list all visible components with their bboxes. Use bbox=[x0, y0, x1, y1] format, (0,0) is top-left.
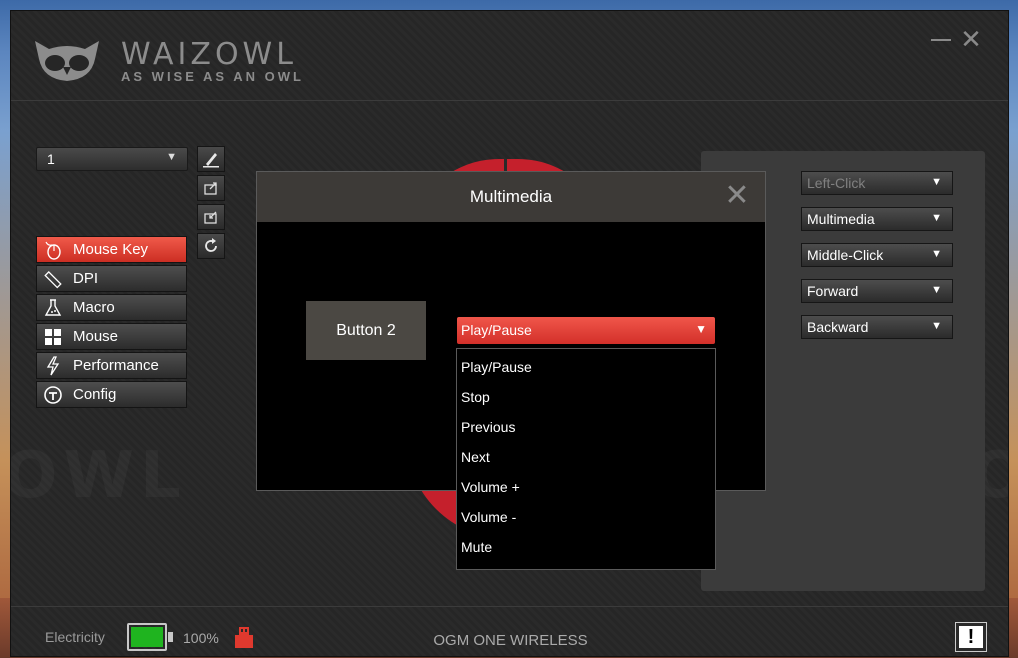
button-label: Button 2 bbox=[306, 301, 426, 360]
nav-label: Macro bbox=[73, 299, 115, 316]
device-name: OGM ONE WIRELESS bbox=[433, 632, 588, 649]
nav-label: Config bbox=[73, 386, 117, 403]
mouse-icon bbox=[43, 240, 63, 260]
assignment-value: Left-Click bbox=[807, 175, 866, 191]
chevron-down-icon: ▼ bbox=[166, 151, 177, 163]
option-play-pause[interactable]: Play/Pause bbox=[461, 359, 711, 385]
assignment-value: Backward bbox=[807, 319, 869, 335]
assignment-select-button-5[interactable]: Backward ▼ bbox=[801, 315, 953, 339]
windows-icon bbox=[43, 327, 63, 347]
nav-item-mouse-key[interactable]: Mouse Key bbox=[36, 236, 187, 263]
option-stop[interactable]: Stop bbox=[461, 389, 711, 415]
option-previous[interactable]: Previous bbox=[461, 419, 711, 445]
import-icon[interactable] bbox=[197, 175, 225, 201]
nav-label: Mouse bbox=[73, 328, 119, 345]
nav-item-dpi[interactable]: DPI bbox=[36, 265, 187, 292]
triangle-down-icon: ▼ bbox=[695, 322, 707, 336]
footer: Electricity 100% OGM ONE WIRELESS ! bbox=[11, 606, 1008, 656]
reset-icon[interactable] bbox=[197, 233, 225, 259]
brand-name: WAIZOWL bbox=[121, 37, 297, 72]
lightning-icon bbox=[43, 356, 63, 376]
dialog-title: Multimedia bbox=[469, 187, 553, 206]
brand-tagline: AS WISE AS AN OWL bbox=[121, 69, 304, 84]
assignment-select-button-2[interactable]: Multimedia ▼ bbox=[801, 207, 953, 231]
nav-label: DPI bbox=[73, 270, 99, 287]
option-mute[interactable]: Mute bbox=[461, 539, 711, 565]
assignment-select-button-3[interactable]: Middle-Click ▼ bbox=[801, 243, 953, 267]
multimedia-select-value: Play/Pause bbox=[461, 322, 532, 338]
option-next[interactable]: Next bbox=[461, 449, 711, 475]
chevron-down-icon: ▼ bbox=[931, 320, 942, 332]
dialog-header: Multimedia ✕ bbox=[257, 172, 765, 222]
option-volume-down[interactable]: Volume - bbox=[461, 509, 711, 535]
profile-select-value: 1 bbox=[47, 151, 55, 167]
ruler-icon bbox=[43, 269, 63, 289]
assignment-value: Middle-Click bbox=[807, 247, 884, 263]
pen-icon[interactable] bbox=[197, 146, 225, 172]
chevron-down-icon: ▼ bbox=[931, 212, 942, 224]
nav-item-config[interactable]: Config bbox=[36, 381, 187, 408]
nav-label: Mouse Key bbox=[73, 241, 149, 258]
flask-icon bbox=[43, 298, 63, 318]
header: WAIZOWL AS WISE AS AN OWL ✕ bbox=[11, 11, 1008, 101]
info-button[interactable]: ! bbox=[955, 622, 987, 652]
multimedia-options-list: Play/Pause Stop Previous Next Volume + V… bbox=[456, 348, 716, 570]
export-icon[interactable] bbox=[197, 204, 225, 230]
profile-select[interactable]: 1 ▼ bbox=[36, 147, 188, 171]
close-icon[interactable]: ✕ bbox=[723, 181, 751, 211]
assignment-value: Forward bbox=[807, 283, 859, 299]
chevron-down-icon: ▼ bbox=[931, 176, 942, 188]
watermark-text: OWL bbox=[11, 439, 187, 513]
assignment-select-button-1[interactable]: Left-Click ▼ bbox=[801, 171, 953, 195]
nav-item-macro[interactable]: Macro bbox=[36, 294, 187, 321]
nav-item-mouse[interactable]: Mouse bbox=[36, 323, 187, 350]
app-window: OWL O WAIZOWL AS WISE AS AN OWL ✕ 1 ▼ Mo… bbox=[10, 10, 1009, 657]
option-volume-up[interactable]: Volume + bbox=[461, 479, 711, 505]
assignment-value: Multimedia bbox=[807, 211, 875, 227]
close-icon[interactable]: ✕ bbox=[959, 26, 983, 52]
nav-item-performance[interactable]: Performance bbox=[36, 352, 187, 379]
minimize-icon[interactable] bbox=[929, 31, 953, 49]
chevron-down-icon: ▼ bbox=[931, 248, 942, 260]
multimedia-select[interactable]: Play/Pause ▼ bbox=[457, 317, 715, 344]
nav-label: Performance bbox=[73, 357, 159, 374]
chevron-down-icon: ▼ bbox=[931, 284, 942, 296]
config-icon bbox=[43, 385, 63, 405]
owl-logo-icon bbox=[35, 41, 99, 81]
assignment-select-button-4[interactable]: Forward ▼ bbox=[801, 279, 953, 303]
